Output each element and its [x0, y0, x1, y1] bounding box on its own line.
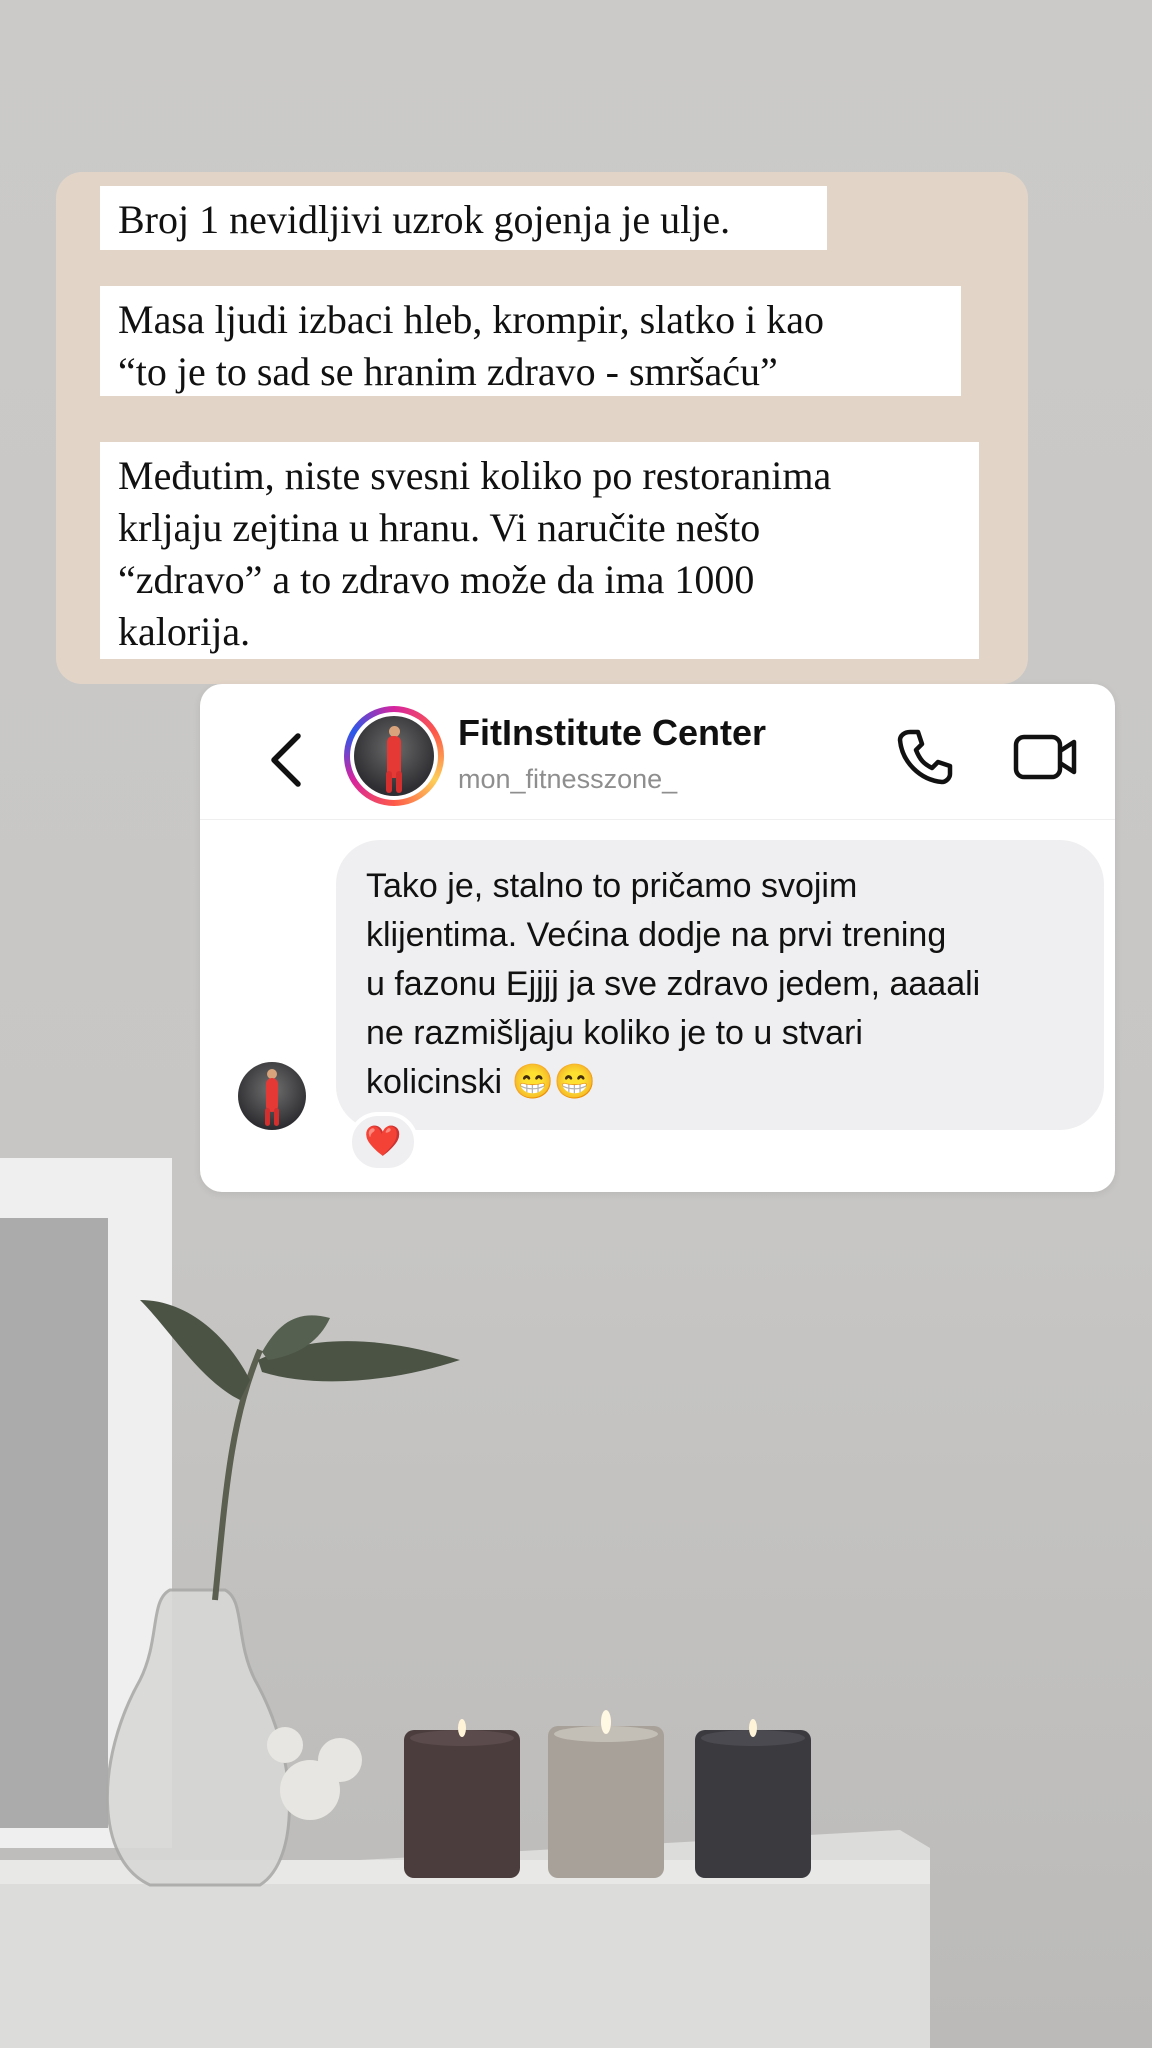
story-line-1: Broj 1 nevidljivi uzrok gojenja je ulje. — [100, 186, 827, 250]
candle-charcoal — [695, 1730, 811, 1878]
story-line-3: Međutim, niste svesni koliko po restoran… — [100, 442, 979, 659]
contact-name[interactable]: FitInstitute Center — [458, 712, 766, 754]
back-button[interactable] — [264, 722, 308, 798]
direct-message-card: FitInstitute Center mon_fitnesszone_ Tak… — [200, 684, 1115, 1192]
chevron-left-icon — [271, 733, 301, 787]
message-bubble[interactable]: Tako je, stalno to pričamo svojim klijen… — [336, 840, 1104, 1130]
story-line-2: Masa ljudi izbaci hleb, krompir, slatko … — [100, 286, 961, 396]
dm-header: FitInstitute Center mon_fitnesszone_ — [200, 684, 1115, 820]
phone-icon — [897, 729, 953, 785]
contact-handle: mon_fitnesszone_ — [458, 764, 678, 794]
sender-avatar[interactable] — [238, 1062, 306, 1130]
candle-beige — [548, 1726, 664, 1878]
contact-avatar[interactable] — [344, 706, 444, 806]
video-camera-icon — [1013, 734, 1077, 780]
message-text: Tako je, stalno to pričamo svojim klijen… — [366, 867, 981, 1101]
heart-reaction[interactable]: ❤️ — [348, 1112, 418, 1172]
video-call-button[interactable] — [1010, 720, 1080, 790]
candle-dark-brown — [404, 1730, 520, 1878]
call-button[interactable] — [890, 720, 960, 790]
profile-photo — [354, 716, 434, 796]
story-text-card: Broj 1 nevidljivi uzrok gojenja je ulje.… — [56, 172, 1028, 684]
